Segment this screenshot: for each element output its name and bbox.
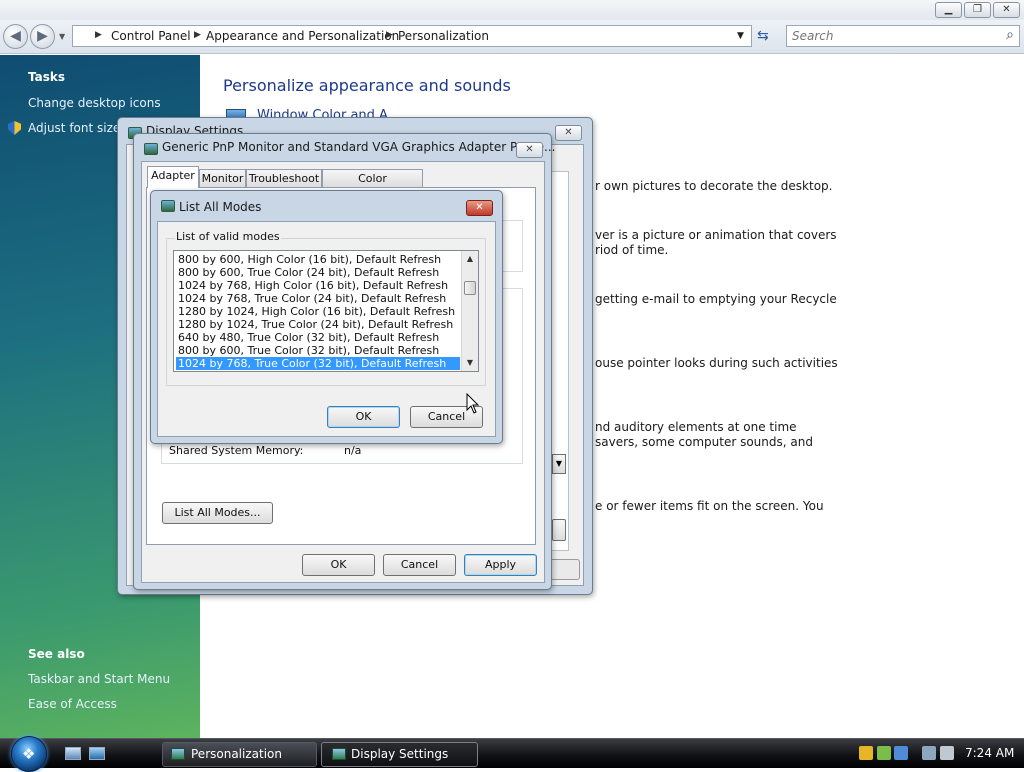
mouse-pointers-description: ouse pointer looks during such activitie… xyxy=(595,356,838,370)
mode-list-item[interactable]: 640 by 480, True Color (32 bit), Default… xyxy=(176,331,460,344)
minimize-button[interactable]: ▁ xyxy=(935,2,962,18)
breadcrumb-appearance[interactable]: Appearance and Personalization xyxy=(206,29,399,43)
properties-ok-button[interactable]: OK xyxy=(302,554,375,576)
list-all-modes-button[interactable]: List All Modes... xyxy=(162,502,273,524)
screen-saver-description-line2: riod of time. xyxy=(595,243,669,257)
mode-list-item[interactable]: 800 by 600, True Color (24 bit), Default… xyxy=(176,266,460,279)
tasks-heading: Tasks xyxy=(28,70,66,84)
sidebar-icon[interactable] xyxy=(894,746,908,760)
theme-description: nd auditory elements at one time xyxy=(595,420,797,434)
refresh-icon[interactable]: ⇆ xyxy=(757,28,769,44)
security-alert-icon[interactable] xyxy=(859,746,873,760)
window-caption-bar: ▁ ❐ ✕ xyxy=(0,0,1024,20)
switch-windows-icon[interactable] xyxy=(89,747,105,760)
modes-scrollbar[interactable]: ▲ ▼ xyxy=(461,251,478,371)
volume-muted-icon[interactable] xyxy=(940,746,954,760)
tab-adapter[interactable]: Adapter xyxy=(147,166,199,188)
mode-list-item[interactable]: 1280 by 1024, True Color (24 bit), Defau… xyxy=(176,318,460,331)
change-desktop-icons-link[interactable]: Change desktop icons xyxy=(28,96,161,110)
history-dropdown-icon[interactable]: ▼ xyxy=(59,32,65,41)
network-icon[interactable] xyxy=(922,746,936,760)
list-all-modes-face: List of valid modes 800 by 600, High Col… xyxy=(157,221,496,437)
page-title: Personalize appearance and sounds xyxy=(223,76,511,95)
adapter-properties-title: Generic PnP Monitor and Standard VGA Gra… xyxy=(162,140,556,154)
taskbar-clock[interactable]: 7:24 AM xyxy=(965,746,1014,760)
taskbar-item-display-settings[interactable]: Display Settings xyxy=(321,742,478,767)
show-desktop-icon[interactable] xyxy=(65,747,81,760)
tab-troubleshoot[interactable]: Troubleshoot xyxy=(246,169,322,188)
mouse-cursor-icon xyxy=(466,393,480,414)
scroll-thumb[interactable] xyxy=(464,281,476,295)
shared-memory-label: Shared System Memory: xyxy=(169,444,304,457)
taskbar-item-label: Display Settings xyxy=(351,747,449,761)
search-box[interactable]: ⌕ xyxy=(786,25,1020,47)
properties-cancel-button[interactable]: Cancel xyxy=(383,554,456,576)
breadcrumb-separator-icon: ▶ xyxy=(386,30,393,40)
mode-list-item[interactable]: 1024 by 768, True Color (24 bit), Defaul… xyxy=(176,292,460,305)
ease-of-access-link[interactable]: Ease of Access xyxy=(28,697,117,711)
shield-icon xyxy=(8,121,21,135)
personalization-icon xyxy=(171,748,185,760)
see-also-heading: See also xyxy=(28,647,85,661)
list-all-modes-close-button[interactable]: ✕ xyxy=(466,200,493,216)
tab-color-management[interactable]: Color Management xyxy=(322,169,423,202)
desktop-background-description: r own pictures to decorate the desktop. xyxy=(595,179,833,193)
advanced-settings-button[interactable] xyxy=(552,519,566,541)
display-settings-taskbar-icon xyxy=(332,748,346,760)
mode-list-item[interactable]: 1280 by 1024, High Color (16 bit), Defau… xyxy=(176,305,460,318)
address-bar[interactable]: ▶ Control Panel ▶ Appearance and Persona… xyxy=(72,25,752,47)
taskbar: ❖ Personalization Display Settings 7:24 … xyxy=(0,736,1024,772)
display-settings-description: e or fewer items fit on the screen. You xyxy=(595,499,824,513)
breadcrumb-control-panel[interactable]: Control Panel xyxy=(111,29,191,43)
list-all-modes-dialog: List All Modes ✕ List of valid modes 800… xyxy=(150,190,503,444)
maximize-button[interactable]: ❐ xyxy=(964,2,991,18)
list-all-modes-title: List All Modes xyxy=(179,200,262,214)
sounds-description: getting e-mail to emptying your Recycle xyxy=(595,292,837,306)
adapter-properties-close-button[interactable]: ✕ xyxy=(516,142,543,158)
resolution-dropdown-icon[interactable]: ▼ xyxy=(552,454,566,474)
taskbar-item-label: Personalization xyxy=(191,747,282,761)
valid-modes-label: List of valid modes xyxy=(175,230,281,243)
close-window-button[interactable]: ✕ xyxy=(993,2,1020,18)
address-toolbar: ◀ ▶ ▼ ▶ Control Panel ▶ Appearance and P… xyxy=(0,20,1024,54)
windows-defender-icon[interactable] xyxy=(877,746,891,760)
scroll-down-icon[interactable]: ▼ xyxy=(462,356,478,370)
address-dropdown-icon[interactable]: ▼ xyxy=(737,31,744,41)
theme-description-line2: savers, some computer sounds, and xyxy=(595,435,813,449)
display-settings-close-button[interactable]: ✕ xyxy=(555,125,582,141)
modes-ok-button[interactable]: OK xyxy=(327,406,400,428)
taskbar-start-menu-link[interactable]: Taskbar and Start Menu xyxy=(28,672,170,686)
taskbar-item-personalization[interactable]: Personalization xyxy=(162,742,317,767)
mode-list-item[interactable]: 800 by 600, High Color (16 bit), Default… xyxy=(176,253,460,266)
shared-memory-value: n/a xyxy=(344,444,362,457)
windows-logo-icon: ❖ xyxy=(22,745,36,763)
breadcrumb-personalization[interactable]: Personalization xyxy=(398,29,489,43)
mode-list-item[interactable]: 800 by 600, True Color (32 bit), Default… xyxy=(176,344,460,357)
start-button[interactable]: ❖ xyxy=(11,736,47,772)
search-icon[interactable]: ⌕ xyxy=(1006,27,1014,43)
screen-saver-description: ver is a picture or animation that cover… xyxy=(595,228,837,242)
back-button[interactable]: ◀ xyxy=(3,24,28,49)
list-all-modes-icon xyxy=(161,200,175,212)
valid-modes-listbox[interactable]: 800 by 600, High Color (16 bit), Default… xyxy=(173,250,479,372)
mode-list-item[interactable]: 1024 by 768, High Color (16 bit), Defaul… xyxy=(176,279,460,292)
forward-button[interactable]: ▶ xyxy=(30,24,55,49)
scroll-up-icon[interactable]: ▲ xyxy=(462,252,478,266)
properties-apply-button[interactable]: Apply xyxy=(464,554,537,576)
tab-monitor[interactable]: Monitor xyxy=(199,169,246,188)
mode-list-item[interactable]: 1024 by 768, True Color (32 bit), Defaul… xyxy=(176,357,460,370)
adapter-properties-icon xyxy=(144,143,158,155)
adjust-font-size-link[interactable]: Adjust font size ( xyxy=(28,121,129,135)
display-settings-apply-button[interactable] xyxy=(550,559,580,580)
breadcrumb-separator-icon: ▶ xyxy=(194,30,201,40)
breadcrumb-separator-icon: ▶ xyxy=(95,30,102,40)
search-input[interactable] xyxy=(787,26,987,46)
